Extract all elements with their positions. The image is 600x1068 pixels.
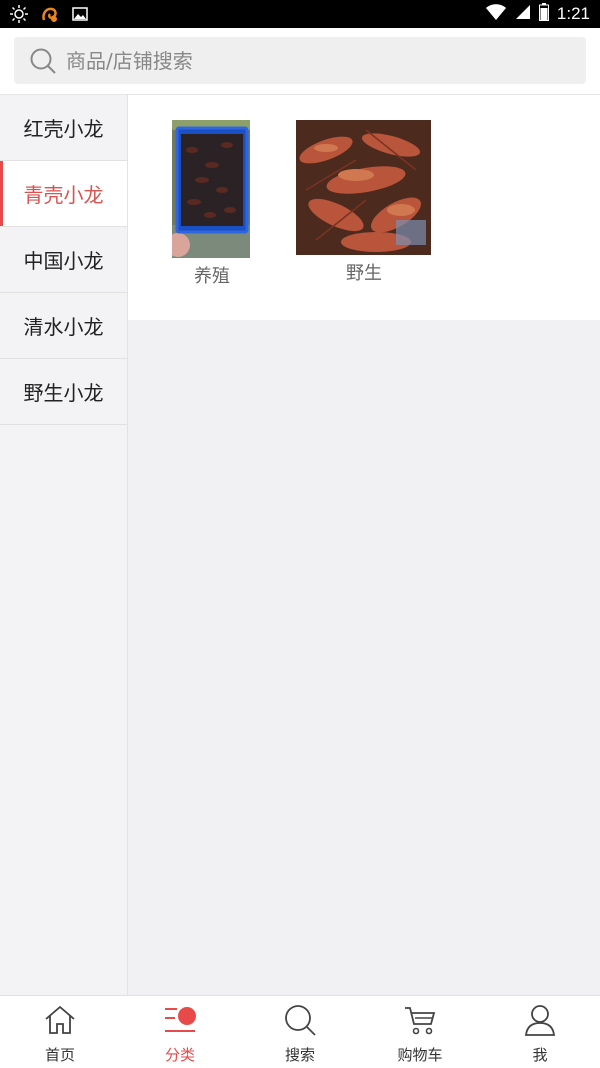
category-item-china[interactable]: 中国小龙 bbox=[0, 227, 127, 293]
category-label: 中国小龙 bbox=[23, 249, 104, 273]
home-icon bbox=[43, 1004, 77, 1040]
category-label: 红壳小龙 bbox=[23, 117, 104, 141]
category-item-green-shell[interactable]: 青壳小龙 bbox=[0, 161, 127, 227]
signal-icon bbox=[515, 4, 531, 24]
battery-icon bbox=[538, 3, 549, 25]
product-label: 野生 bbox=[346, 263, 382, 284]
product-farmed[interactable]: 养殖 bbox=[172, 120, 252, 288]
search-icon bbox=[283, 1004, 317, 1040]
clock-time: 1:21 bbox=[556, 4, 590, 23]
category-label: 清水小龙 bbox=[23, 315, 104, 339]
tab-home[interactable]: 首页 bbox=[0, 996, 120, 1068]
search-input[interactable] bbox=[64, 47, 548, 74]
tab-label: 我 bbox=[532, 1046, 548, 1064]
tab-label: 首页 bbox=[44, 1046, 75, 1064]
search-icon bbox=[28, 46, 58, 76]
category-sidebar: 红壳小龙 青壳小龙 中国小龙 清水小龙 野生小龙 bbox=[0, 95, 128, 995]
product-grid: 养殖 野生 bbox=[128, 95, 600, 320]
tab-cart[interactable]: 购物车 bbox=[360, 996, 480, 1068]
image-icon bbox=[72, 6, 88, 26]
cart-icon bbox=[403, 1004, 437, 1040]
tab-label: 搜索 bbox=[284, 1046, 315, 1064]
search-box[interactable] bbox=[14, 37, 586, 84]
category-label: 青壳小龙 bbox=[23, 183, 104, 207]
status-bar: 1:21 bbox=[0, 0, 600, 28]
product-wild[interactable]: 野生 bbox=[296, 120, 432, 285]
user-icon bbox=[523, 1004, 557, 1040]
product-image bbox=[172, 120, 250, 258]
bottom-tab-bar: 首页 分类 搜索 购物车 我 bbox=[0, 995, 600, 1068]
category-item-clear-water[interactable]: 清水小龙 bbox=[0, 293, 127, 359]
tab-category[interactable]: 分类 bbox=[120, 996, 240, 1068]
tab-label: 购物车 bbox=[397, 1046, 443, 1064]
tab-label: 分类 bbox=[164, 1046, 195, 1064]
product-image bbox=[296, 120, 431, 255]
product-label: 养殖 bbox=[194, 266, 230, 287]
tab-search[interactable]: 搜索 bbox=[240, 996, 360, 1068]
wifi-icon bbox=[485, 3, 507, 25]
search-header bbox=[0, 28, 600, 95]
category-content: 养殖 野生 bbox=[128, 95, 600, 995]
category-item-red-shell[interactable]: 红壳小龙 bbox=[0, 95, 127, 161]
category-item-wild[interactable]: 野生小龙 bbox=[0, 359, 127, 425]
tab-me[interactable]: 我 bbox=[480, 996, 600, 1068]
category-icon bbox=[163, 1004, 197, 1040]
squirrel-app-icon bbox=[40, 4, 60, 28]
category-label: 野生小龙 bbox=[23, 381, 104, 405]
brightness-icon bbox=[10, 5, 28, 27]
